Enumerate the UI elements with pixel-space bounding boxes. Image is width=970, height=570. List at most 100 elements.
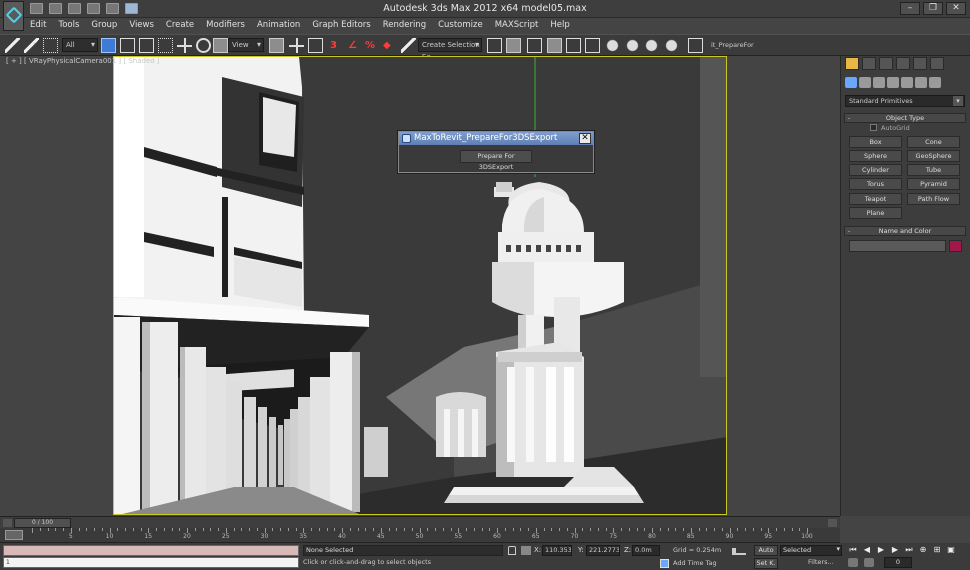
name-and-color-rollout[interactable]: - Name and Color (844, 226, 966, 236)
go-to-end-icon[interactable]: ⏭ (904, 545, 914, 554)
systems-icon[interactable] (929, 77, 941, 88)
edit-named-selection-icon[interactable] (401, 38, 416, 53)
time-config-icon[interactable] (864, 558, 874, 567)
percent-snap-icon[interactable]: % (365, 38, 380, 53)
cameras-icon[interactable] (887, 77, 899, 88)
menu-animation[interactable]: Animation (251, 18, 306, 34)
bind-space-warp-icon[interactable] (43, 38, 58, 53)
selection-filter-dropdown[interactable]: All (62, 38, 98, 52)
menu-graph-editors[interactable]: Graph Editors (306, 18, 376, 34)
maxscript-button-icon[interactable] (688, 38, 703, 53)
menu-modifiers[interactable]: Modifiers (200, 18, 251, 34)
z-coordinate-field[interactable]: 0.0m (632, 545, 660, 556)
object-type-rollout[interactable]: - Object Type (844, 113, 966, 123)
maxscript-input-mini[interactable]: 1 (3, 557, 299, 568)
prepare-for-script-button[interactable]: it_PrepareFor (711, 41, 754, 49)
absolute-mode-transform-icon[interactable] (521, 546, 531, 555)
time-slider-thumb[interactable]: 0 / 100 (14, 518, 71, 528)
plane-button[interactable]: Plane (849, 207, 902, 219)
time-tag-icon[interactable] (660, 559, 669, 568)
camera-viewport[interactable] (113, 56, 727, 515)
menu-customize[interactable]: Customize (432, 18, 489, 34)
previous-frame-icon[interactable]: ◀ (862, 545, 872, 554)
dialog-title-bar[interactable]: MaxToRevit_PrepareFor3DSExport ✕ (399, 132, 593, 145)
box-button[interactable]: Box (849, 136, 902, 148)
object-color-swatch[interactable] (949, 240, 962, 252)
next-frame-icon[interactable]: ▶ (890, 545, 900, 554)
dialog-close-button[interactable]: ✕ (579, 133, 591, 144)
display-tab-icon[interactable] (913, 57, 927, 70)
motion-tab-icon[interactable] (896, 57, 910, 70)
modify-tab-icon[interactable] (862, 57, 876, 70)
y-coordinate-field[interactable]: 221.27736 (586, 545, 620, 556)
time-slider[interactable]: 0 / 100 (0, 516, 840, 528)
application-button[interactable] (3, 1, 24, 31)
cone-button[interactable]: Cone (907, 136, 960, 148)
unlink-selection-icon[interactable] (24, 38, 39, 53)
maxscript-listener-mini[interactable] (3, 545, 299, 556)
select-and-link-icon[interactable] (5, 38, 20, 53)
keyboard-shortcut-override-icon[interactable] (308, 38, 323, 53)
auto-key-button[interactable]: Auto (754, 545, 778, 556)
named-selection-sets-dropdown[interactable]: Create Selection Se (418, 38, 482, 61)
track-bar[interactable]: 5 10 15 20 25 30 35 40 45 50 55 60 65 70 75 80 85 90 95 100 (0, 528, 840, 543)
rendered-frame-window-icon[interactable] (644, 38, 659, 53)
current-frame-field[interactable]: 0 (884, 557, 912, 568)
add-time-tag[interactable]: Add Time Tag (673, 559, 717, 567)
autogrid-check-icon[interactable] (870, 124, 877, 131)
minimize-button[interactable]: – (900, 2, 920, 15)
render-production-icon[interactable] (664, 38, 679, 53)
geosphere-button[interactable]: GeoSphere (907, 150, 960, 162)
menu-tools[interactable]: Tools (52, 18, 85, 34)
set-key-icon[interactable] (732, 548, 746, 555)
lock-selection-icon[interactable] (508, 546, 516, 555)
key-filter-dropdown[interactable]: Selected (780, 545, 842, 556)
rectangular-selection-icon[interactable] (139, 38, 154, 53)
geometry-icon[interactable] (845, 77, 857, 88)
maximize-button[interactable]: ❐ (923, 2, 943, 15)
object-name-field[interactable] (849, 240, 946, 252)
path-flow-button[interactable]: Path Flow (907, 193, 960, 205)
menu-views[interactable]: Views (123, 18, 160, 34)
shapes-icon[interactable] (859, 77, 871, 88)
menu-edit[interactable]: Edit (24, 18, 52, 34)
use-pivot-center-icon[interactable] (269, 38, 284, 53)
sphere-button[interactable]: Sphere (849, 150, 902, 162)
go-to-start-icon[interactable]: ⏮ (848, 545, 858, 554)
utilities-tab-icon[interactable] (930, 57, 944, 70)
render-setup-icon[interactable] (625, 38, 640, 53)
menu-create[interactable]: Create (160, 18, 200, 34)
angle-snap-icon[interactable]: ∠ (348, 38, 363, 53)
schematic-view-icon[interactable] (585, 38, 600, 53)
menu-maxscript[interactable]: MAXScript (489, 18, 545, 34)
layer-manager-icon[interactable] (527, 38, 542, 53)
set-key-button[interactable]: Set K. (754, 558, 778, 569)
create-tab-icon[interactable] (845, 57, 859, 70)
menu-group[interactable]: Group (85, 18, 123, 34)
play-icon[interactable]: ▶ (876, 545, 886, 554)
select-manipulate-icon[interactable] (289, 38, 304, 53)
select-and-rotate-icon[interactable] (196, 38, 211, 53)
menu-rendering[interactable]: Rendering (377, 18, 432, 34)
material-editor-icon[interactable] (605, 38, 620, 53)
time-slider-next-icon[interactable] (828, 519, 837, 527)
key-filters-button[interactable]: Filters... (808, 558, 834, 566)
menu-help[interactable]: Help (544, 18, 575, 34)
prepare-for-3dsexport-button[interactable]: Prepare For 3DSExport (460, 150, 532, 171)
cylinder-button[interactable]: Cylinder (849, 164, 902, 176)
graphite-modeling-tools-icon[interactable] (547, 38, 562, 53)
select-object-icon[interactable] (101, 38, 116, 53)
zoom-icon[interactable]: ⊕ (918, 545, 928, 554)
snaps-toggle-icon[interactable]: 3 (330, 38, 345, 53)
zoom-all-icon[interactable]: ⊞ (932, 545, 942, 554)
helpers-icon[interactable] (901, 77, 913, 88)
mini-curve-editor-icon[interactable] (5, 530, 23, 540)
mirror-icon[interactable] (487, 38, 502, 53)
viewport-label[interactable]: [ + ] [ VRayPhysicalCamera001 ] [ Shaded… (6, 57, 160, 65)
teapot-button[interactable]: Teapot (849, 193, 902, 205)
tube-button[interactable]: Tube (907, 164, 960, 176)
reference-coordinate-dropdown[interactable]: View (228, 38, 264, 52)
primitive-category-dropdown[interactable]: Standard Primitives (845, 95, 965, 107)
maximize-viewport-icon[interactable]: ▣ (946, 545, 956, 554)
close-window-button[interactable]: ✕ (946, 2, 966, 15)
